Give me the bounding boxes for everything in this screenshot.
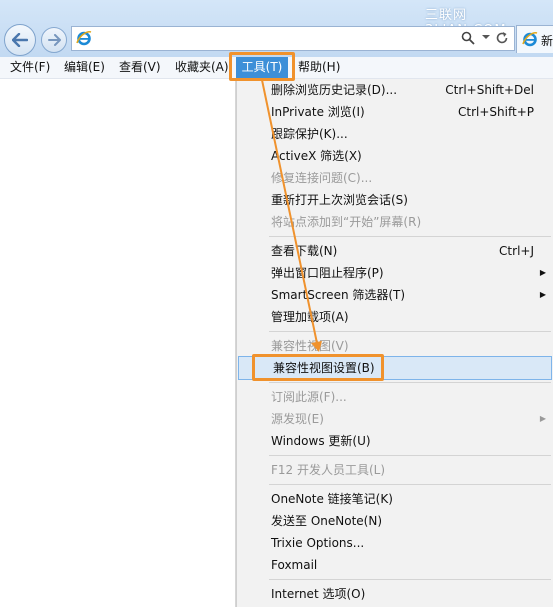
menu-item-label: F12 开发人员工具(L) bbox=[271, 463, 386, 477]
address-bar[interactable] bbox=[71, 26, 515, 51]
forward-arrow-icon bbox=[47, 34, 61, 46]
menu-item[interactable]: 将站点添加到“开始”屏幕(R) bbox=[237, 211, 553, 233]
menu-item-label: 重新打开上次浏览会话(S) bbox=[271, 193, 408, 207]
menu-item[interactable]: 删除浏览历史记录(D)... Ctrl+Shift+Del bbox=[237, 79, 553, 101]
menu-item-shortcut: Ctrl+Shift+P bbox=[458, 105, 534, 119]
menu-item[interactable]: Trixie Options... bbox=[237, 532, 553, 554]
menu-item-shortcut: Ctrl+Shift+Del bbox=[445, 83, 534, 97]
forward-button[interactable] bbox=[41, 27, 67, 53]
submenu-arrow-icon: ▶ bbox=[539, 290, 546, 299]
menu-help[interactable]: 帮助(H) bbox=[298, 59, 340, 76]
tools-highlight-box bbox=[229, 52, 295, 81]
menu-item[interactable]: 修复连接问题(C)... bbox=[237, 167, 553, 189]
ie-logo-icon bbox=[522, 32, 538, 47]
menu-item-label: 管理加载项(A) bbox=[271, 310, 349, 324]
menu-item[interactable]: 发送至 OneNote(N) bbox=[237, 510, 553, 532]
menu-item-label: 源发现(E) bbox=[271, 412, 324, 426]
menu-item-label: InPrivate 浏览(I) bbox=[271, 105, 365, 119]
menu-item[interactable]: 订阅此源(F)... bbox=[237, 386, 553, 408]
menu-item-label: Trixie Options... bbox=[271, 536, 365, 550]
menu-file[interactable]: 文件(F) bbox=[10, 59, 50, 76]
compat-settings-highlight-box bbox=[252, 354, 384, 381]
search-icon[interactable] bbox=[461, 31, 475, 45]
menu-item-shortcut: Ctrl+J bbox=[499, 244, 534, 258]
ie-logo-icon bbox=[76, 31, 92, 46]
menu-favorites[interactable]: 收藏夹(A) bbox=[175, 59, 229, 76]
menu-item[interactable]: InPrivate 浏览(I) Ctrl+Shift+P bbox=[237, 101, 553, 123]
menu-item[interactable]: ActiveX 筛选(X) bbox=[237, 145, 553, 167]
tab-label: 新 bbox=[541, 34, 553, 48]
dropdown-icon[interactable] bbox=[482, 33, 490, 41]
browser-tab[interactable]: 新 bbox=[516, 25, 553, 53]
menu-item[interactable]: 查看下载(N) Ctrl+J bbox=[237, 240, 553, 262]
menu-item[interactable]: Foxmail bbox=[237, 554, 553, 576]
menu-item-label: 将站点添加到“开始”屏幕(R) bbox=[271, 215, 422, 229]
menu-separator bbox=[269, 579, 551, 580]
menu-item-label: SmartScreen 筛选器(T) bbox=[271, 288, 406, 302]
menu-item[interactable]: 跟踪保护(K)... bbox=[237, 123, 553, 145]
menu-item[interactable]: F12 开发人员工具(L) bbox=[237, 459, 553, 481]
menu-item-label: Internet 选项(O) bbox=[271, 587, 366, 601]
menu-separator bbox=[269, 484, 551, 485]
menu-item[interactable]: 源发现(E) ▶ bbox=[237, 408, 553, 430]
back-button[interactable] bbox=[4, 24, 36, 56]
menu-item[interactable]: 管理加载项(A) bbox=[237, 306, 553, 328]
menu-item[interactable]: OneNote 链接笔记(K) bbox=[237, 488, 553, 510]
submenu-arrow-icon: ▶ bbox=[539, 268, 546, 277]
menu-item-label: Windows 更新(U) bbox=[271, 434, 371, 448]
menu-item-label: 查看下载(N) bbox=[271, 244, 338, 258]
menu-view[interactable]: 查看(V) bbox=[119, 59, 161, 76]
menu-separator bbox=[269, 331, 551, 332]
menu-item-label: 订阅此源(F)... bbox=[271, 390, 347, 404]
menu-item-label: 跟踪保护(K)... bbox=[271, 127, 348, 141]
menu-item-label: 发送至 OneNote(N) bbox=[271, 514, 382, 528]
tools-dropdown-menu: 删除浏览历史记录(D)... Ctrl+Shift+Del InPrivate 浏览… bbox=[236, 79, 553, 607]
menu-edit[interactable]: 编辑(E) bbox=[64, 59, 105, 76]
back-arrow-icon bbox=[12, 33, 28, 47]
refresh-icon[interactable] bbox=[495, 31, 509, 45]
menu-item[interactable]: Windows 更新(U) bbox=[237, 430, 553, 452]
menu-item-label: 删除浏览历史记录(D)... bbox=[271, 83, 398, 97]
browser-toolbar: 三联网 3LIAN.COM bbox=[0, 0, 553, 57]
menu-item[interactable]: SmartScreen 筛选器(T) ▶ bbox=[237, 284, 553, 306]
menu-separator bbox=[269, 236, 551, 237]
menu-separator bbox=[269, 455, 551, 456]
menu-item-label: 弹出窗口阻止程序(P) bbox=[271, 266, 384, 280]
menu-item[interactable]: 重新打开上次浏览会话(S) bbox=[237, 189, 553, 211]
menu-item-label: Foxmail bbox=[271, 558, 318, 572]
menu-item-label: ActiveX 筛选(X) bbox=[271, 149, 362, 163]
menu-separator bbox=[269, 382, 551, 383]
menu-item[interactable]: Internet 选项(O) bbox=[237, 583, 553, 605]
submenu-arrow-icon: ▶ bbox=[539, 414, 546, 423]
menu-item-label: 修复连接问题(C)... bbox=[271, 171, 373, 185]
menu-item[interactable]: 弹出窗口阻止程序(P) ▶ bbox=[237, 262, 553, 284]
menu-item-label: OneNote 链接笔记(K) bbox=[271, 492, 393, 506]
